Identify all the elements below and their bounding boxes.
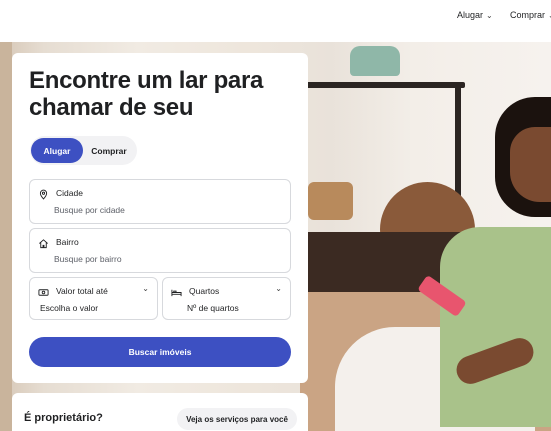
neighborhood-field[interactable]: Bairro Busque por bairro [29,228,291,273]
location-pin-icon [38,187,49,200]
chevron-down-icon: ⌄ [486,10,493,20]
hero-person-face [510,127,551,202]
hero-person-shirt [440,227,551,427]
nav-buy-label: Comprar [510,10,546,20]
city-placeholder: Busque por cidade [54,205,125,215]
top-navbar: Alugar ⌄ Comprar ⌄ [0,0,551,42]
rent-buy-toggle: Alugar Comprar [30,136,137,165]
toggle-buy[interactable]: Comprar [84,138,134,163]
money-icon [38,285,49,296]
owner-banner: É proprietário? Veja os serviços para vo… [12,393,308,431]
hero-basket [308,182,353,220]
city-field[interactable]: Cidade Busque por cidade [29,179,291,224]
owner-question: É proprietário? [24,412,103,424]
rooms-value: Nº de quartos [187,303,239,313]
page-title: Encontre um lar para chamar de seu [29,67,264,121]
price-label: Valor total até [56,286,108,296]
bed-icon [171,285,182,297]
search-card: Encontre um lar para chamar de seu Aluga… [12,53,308,383]
rooms-label: Quartos [189,286,220,296]
hero-shelf [305,82,465,88]
nav-rent-label: Alugar [457,10,484,20]
nav-buy-menu[interactable]: Comprar ⌄ [510,10,551,20]
search-button[interactable]: Buscar imóveis [29,337,291,367]
neighborhood-placeholder: Busque por bairro [54,254,122,264]
city-label: Cidade [56,188,83,198]
chevron-down-icon: ⌄ [275,284,282,293]
hero-plant [350,46,400,76]
house-icon [38,236,49,249]
neighborhood-label: Bairro [56,237,79,247]
hero-wood-edge [0,42,12,431]
price-select[interactable]: Valor total até ⌄ Escolha o valor [29,277,158,320]
nav-rent-menu[interactable]: Alugar ⌄ [457,10,493,20]
owner-services-button[interactable]: Veja os serviços para você [177,408,297,430]
rooms-select[interactable]: Quartos ⌄ Nº de quartos [162,277,291,320]
chevron-down-icon: ⌄ [142,284,149,293]
toggle-rent[interactable]: Alugar [31,138,83,163]
price-value: Escolha o valor [40,303,99,313]
